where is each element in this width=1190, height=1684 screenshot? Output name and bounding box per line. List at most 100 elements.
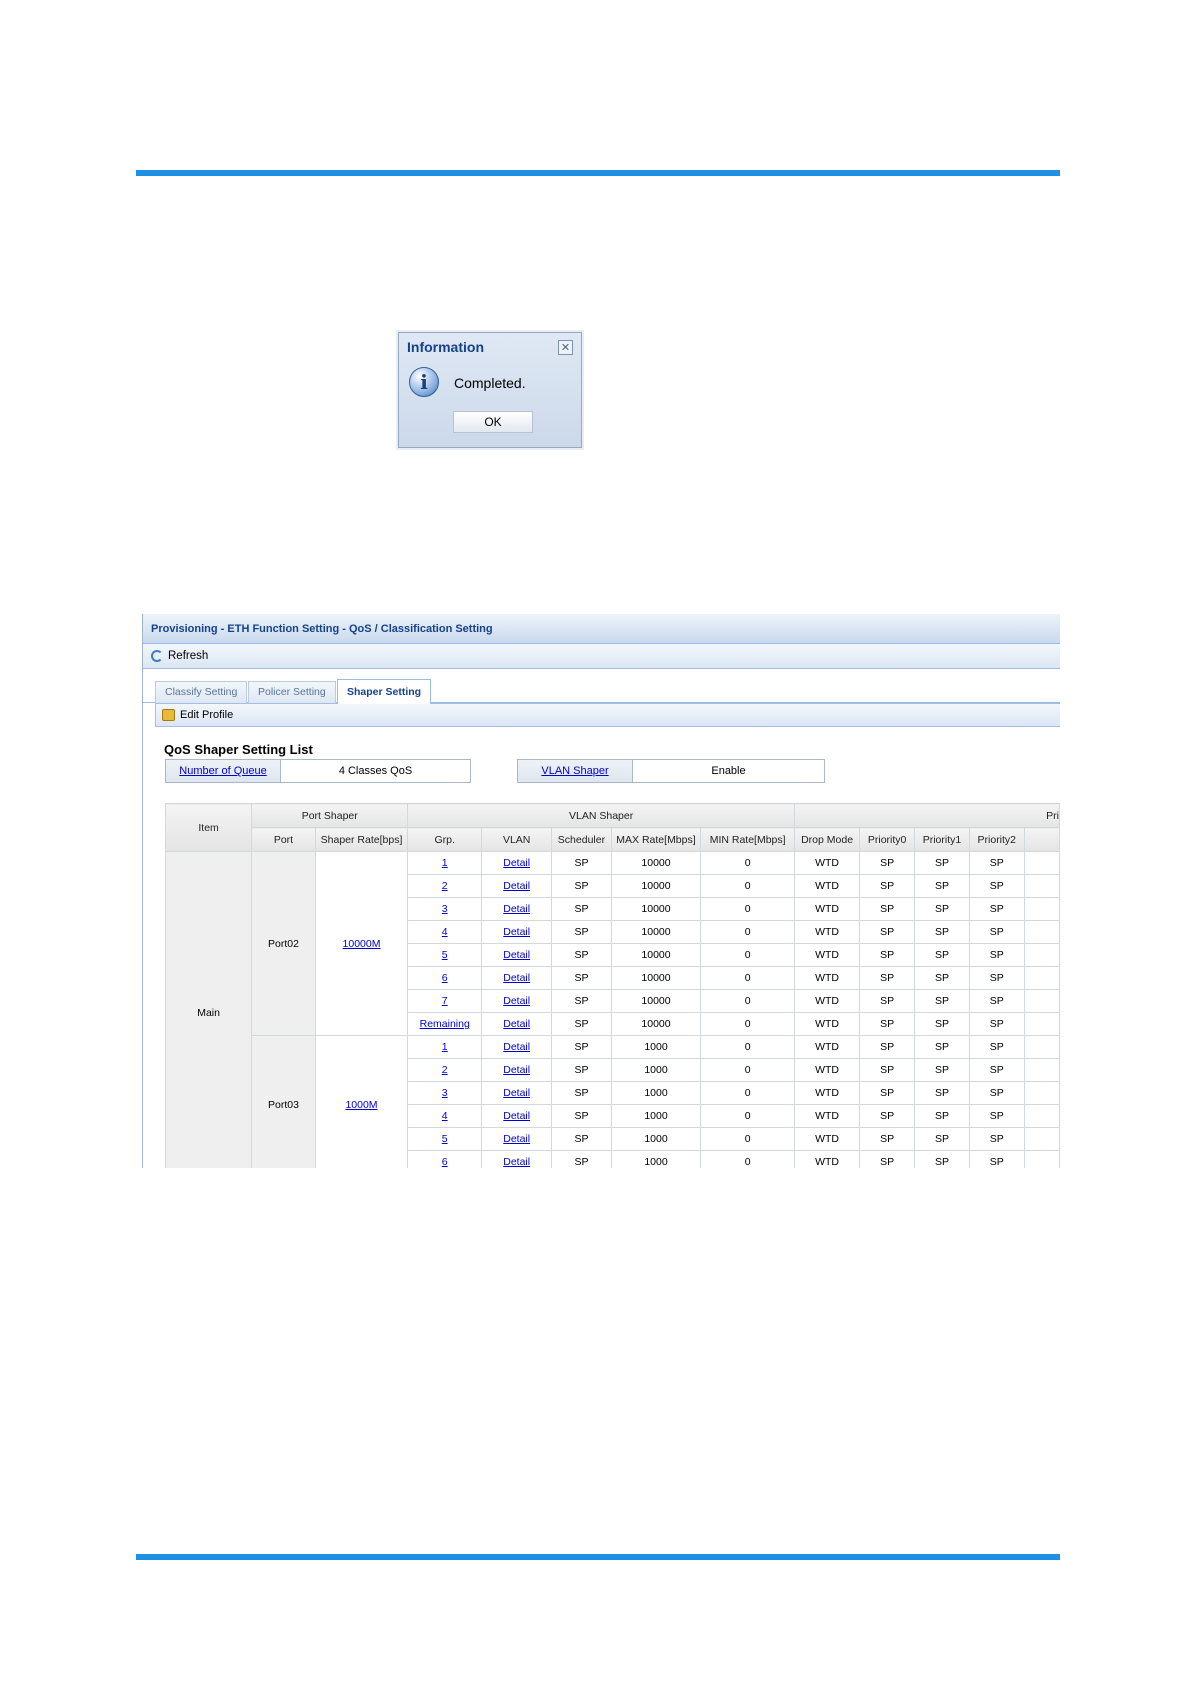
min-rate-cell: 0 [700,920,795,944]
vlan-detail-link[interactable]: Detail [503,949,530,961]
vlan-detail-link[interactable]: Detail [503,1156,530,1168]
number-of-queue-link[interactable]: Number of Queue [179,765,266,777]
tab-policer-setting[interactable]: Policer Setting [248,681,336,703]
vlan-detail-link[interactable]: Detail [503,1018,530,1030]
col-port: Port [251,827,316,852]
col-vlan: VLAN [481,827,553,852]
min-rate-cell: 0 [700,1058,795,1082]
overflow-cell [1023,1127,1060,1151]
ok-button[interactable]: OK [453,411,533,433]
priority2-cell: SP [968,943,1025,967]
vlan-shaper-summary: VLAN Shaper Enable [517,759,825,783]
grp-cell: 4 [407,920,483,944]
shaper-rate-link[interactable]: 1000M [345,1099,377,1111]
grp-link[interactable]: 1 [442,857,448,869]
priority2-cell: SP [968,966,1025,990]
grp-link[interactable]: 2 [442,880,448,892]
qos-shaper-window: Provisioning - ETH Function Setting - Qo… [142,614,1060,1168]
grp-cell: 5 [407,943,483,967]
header-priority: Pri [793,803,1060,828]
dialog-title: Information [407,339,484,355]
edit-profile-label: Edit Profile [180,709,234,721]
grp-cell: Remaining [407,1012,483,1036]
vlan-cell: Detail [481,966,553,990]
grp-link[interactable]: 5 [442,1133,448,1145]
shaper-rate-cell: 1000M [314,1035,409,1168]
vlan-detail-link[interactable]: Detail [503,1064,530,1076]
vlan-detail-link[interactable]: Detail [503,995,530,1007]
priority0-cell: SP [859,1081,916,1105]
priority0-cell: SP [859,1058,916,1082]
priority0-cell: SP [859,874,916,898]
min-rate-cell: 0 [700,989,795,1013]
overflow-cell [1023,874,1060,898]
scheduler-cell: SP [551,1081,612,1105]
tab-shaper-setting[interactable]: Shaper Setting [337,679,432,704]
priority1-cell: SP [914,1012,970,1036]
vlan-detail-link[interactable]: Detail [503,880,530,892]
priority0-cell: SP [859,966,916,990]
grp-link[interactable]: 3 [442,903,448,915]
min-rate-cell: 0 [700,1150,795,1168]
col-grp: Grp. [407,827,483,852]
grp-link[interactable]: 6 [442,1156,448,1168]
priority0-cell: SP [859,1012,916,1036]
priority2-cell: SP [968,1150,1025,1168]
information-dialog: Information ✕ i Completed. OK [398,332,582,448]
vlan-detail-link[interactable]: Detail [503,857,530,869]
vlan-detail-link[interactable]: Detail [503,1041,530,1053]
vlan-cell: Detail [481,851,553,875]
vlan-detail-link[interactable]: Detail [503,926,530,938]
close-icon[interactable]: ✕ [558,340,573,355]
vlan-detail-link[interactable]: Detail [503,972,530,984]
drop-mode-cell: WTD [793,966,861,990]
priority2-cell: SP [968,897,1025,921]
priority0-cell: SP [859,1150,916,1168]
edit-profile-button[interactable]: Edit Profile [155,703,1060,727]
grp-link[interactable]: Remaining [420,1018,470,1030]
priority1-cell: SP [914,1127,970,1151]
priority0-cell: SP [859,989,916,1013]
grp-link[interactable]: 1 [442,1041,448,1053]
col-scheduler: Scheduler [551,827,612,852]
col-drop-mode: Drop Mode [793,827,861,852]
shaper-rate-link[interactable]: 10000M [343,938,381,950]
drop-mode-cell: WTD [793,1012,861,1036]
grp-link[interactable]: 3 [442,1087,448,1099]
grp-cell: 5 [407,1127,483,1151]
grp-link[interactable]: 2 [442,1064,448,1076]
refresh-button[interactable]: Refresh [143,644,1060,669]
max-rate-cell: 1000 [610,1127,702,1151]
drop-mode-cell: WTD [793,1058,861,1082]
min-rate-cell: 0 [700,897,795,921]
drop-mode-cell: WTD [793,920,861,944]
vlan-shaper-link[interactable]: VLAN Shaper [541,765,608,777]
tab-classify-setting[interactable]: Classify Setting [155,681,248,703]
drop-mode-cell: WTD [793,874,861,898]
vlan-cell: Detail [481,897,553,921]
grp-cell: 7 [407,989,483,1013]
grp-link[interactable]: 4 [442,926,448,938]
vlan-cell: Detail [481,1104,553,1128]
overflow-cell [1023,851,1060,875]
overflow-cell [1023,1104,1060,1128]
vlan-detail-link[interactable]: Detail [503,1110,530,1122]
drop-mode-cell: WTD [793,1127,861,1151]
grp-link[interactable]: 6 [442,972,448,984]
grp-link[interactable]: 7 [442,995,448,1007]
grp-link[interactable]: 5 [442,949,448,961]
vlan-detail-link[interactable]: Detail [503,1087,530,1099]
priority0-cell: SP [859,943,916,967]
bottom-rule [136,1554,1060,1560]
vlan-cell: Detail [481,989,553,1013]
vlan-cell: Detail [481,1127,553,1151]
port-cell: Port03 [251,1035,316,1168]
vlan-detail-link[interactable]: Detail [503,903,530,915]
vlan-detail-link[interactable]: Detail [503,1133,530,1145]
grp-cell: 1 [407,851,483,875]
max-rate-cell: 10000 [610,851,702,875]
header-port-shaper: Port Shaper [251,803,409,828]
grp-link[interactable]: 4 [442,1110,448,1122]
priority0-cell: SP [859,1035,916,1059]
table-row: Main Port02 10000M 1 Detail SP 10000 0 WTD SP SP SP [164,851,1060,1168]
